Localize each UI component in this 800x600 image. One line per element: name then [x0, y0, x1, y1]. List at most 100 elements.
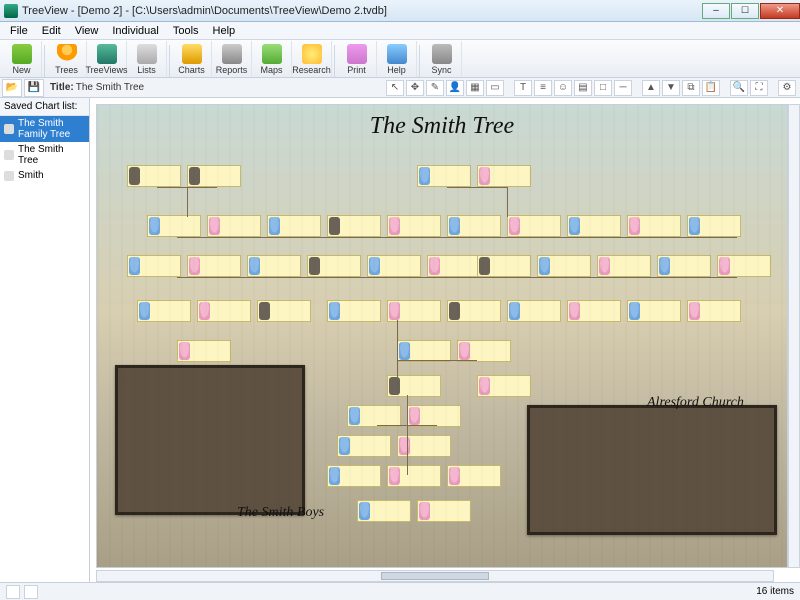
- chart-tool-paste[interactable]: 📋: [702, 80, 720, 96]
- person-card[interactable]: [447, 215, 501, 237]
- person-card[interactable]: [387, 215, 441, 237]
- person-card[interactable]: [307, 255, 361, 277]
- horizontal-scrollbar-thumb[interactable]: [381, 572, 489, 580]
- person-card[interactable]: [567, 215, 621, 237]
- person-card[interactable]: [417, 500, 471, 522]
- person-card[interactable]: [197, 300, 251, 322]
- chart-tool-text[interactable]: ✎: [426, 80, 444, 96]
- person-card[interactable]: [327, 465, 381, 487]
- chart-tool-send-back[interactable]: ▼: [662, 80, 680, 96]
- person-card[interactable]: [407, 405, 461, 427]
- person-card[interactable]: [477, 165, 531, 187]
- tree-title[interactable]: The Smith Tree: [97, 113, 787, 140]
- person-card[interactable]: [347, 405, 401, 427]
- photo-alresford-church[interactable]: [527, 405, 777, 535]
- toolbar-research-button[interactable]: Research: [292, 41, 332, 77]
- toolbar-reports-button[interactable]: Reports: [212, 41, 252, 77]
- person-card[interactable]: [627, 215, 681, 237]
- person-card[interactable]: [447, 300, 501, 322]
- person-card[interactable]: [147, 215, 201, 237]
- person-card[interactable]: [187, 255, 241, 277]
- chart-tool-bring-front[interactable]: ▲: [642, 80, 660, 96]
- person-card[interactable]: [247, 255, 301, 277]
- menu-tools[interactable]: Tools: [167, 24, 205, 38]
- chart-tool-add-person[interactable]: 👤: [446, 80, 464, 96]
- person-card[interactable]: [627, 300, 681, 322]
- chart-tool-align-left[interactable]: ≡: [534, 80, 552, 96]
- person-card[interactable]: [387, 465, 441, 487]
- person-card[interactable]: [717, 255, 771, 277]
- person-card[interactable]: [357, 500, 411, 522]
- chart-tool-bold-t[interactable]: T: [514, 80, 532, 96]
- menu-individual[interactable]: Individual: [106, 24, 164, 38]
- photo-smith-boys[interactable]: [115, 365, 305, 515]
- vertical-scrollbar[interactable]: [788, 104, 800, 568]
- chart-tool-person-icon[interactable]: ☺: [554, 80, 572, 96]
- menu-file[interactable]: File: [4, 24, 34, 38]
- chart-tool-add-photo[interactable]: ▦: [466, 80, 484, 96]
- chart-tool-settings[interactable]: ⚙: [778, 80, 796, 96]
- open-file-button[interactable]: 📂: [2, 79, 22, 97]
- toolbar-trees-button[interactable]: Trees: [47, 41, 87, 77]
- person-card[interactable]: [687, 300, 741, 322]
- person-card[interactable]: [477, 375, 531, 397]
- person-card[interactable]: [177, 340, 231, 362]
- saved-chart-item[interactable]: The Smith Family Tree: [0, 116, 89, 142]
- person-card[interactable]: [127, 165, 181, 187]
- chart-tool-pan[interactable]: ✥: [406, 80, 424, 96]
- window-maximize-button[interactable]: [731, 3, 759, 19]
- toolbar-charts-button[interactable]: Charts: [172, 41, 212, 77]
- chart-viewport[interactable]: The Smith Tree The Smith BoysAlresford C…: [90, 98, 800, 582]
- chart-tool-add-box[interactable]: ▭: [486, 80, 504, 96]
- person-card[interactable]: [127, 255, 181, 277]
- person-card[interactable]: [207, 215, 261, 237]
- toolbar-maps-button[interactable]: Maps: [252, 41, 292, 77]
- menu-help[interactable]: Help: [207, 24, 242, 38]
- toolbar-treeviews-button[interactable]: TreeViews: [87, 41, 127, 77]
- person-card[interactable]: [597, 255, 651, 277]
- person-card[interactable]: [457, 340, 511, 362]
- person-card[interactable]: [397, 435, 451, 457]
- toolbar-help-button[interactable]: Help: [377, 41, 417, 77]
- save-file-button[interactable]: 💾: [24, 79, 44, 97]
- toolbar-new-button[interactable]: New: [2, 41, 42, 77]
- menu-edit[interactable]: Edit: [36, 24, 67, 38]
- chart-tool-zoom[interactable]: 🔍: [730, 80, 748, 96]
- person-card[interactable]: [567, 300, 621, 322]
- status-icon-1[interactable]: [6, 585, 20, 599]
- person-card[interactable]: [257, 300, 311, 322]
- saved-chart-item[interactable]: Smith: [0, 168, 89, 183]
- person-card[interactable]: [337, 435, 391, 457]
- person-card[interactable]: [327, 300, 381, 322]
- person-card[interactable]: [507, 215, 561, 237]
- chart-tool-pointer[interactable]: ↖: [386, 80, 404, 96]
- toolbar-sync-button[interactable]: Sync: [422, 41, 462, 77]
- person-card[interactable]: [137, 300, 191, 322]
- chart-tool-fit[interactable]: ⛶: [750, 80, 768, 96]
- horizontal-scrollbar[interactable]: [96, 570, 774, 582]
- person-card[interactable]: [537, 255, 591, 277]
- window-close-button[interactable]: [760, 3, 800, 19]
- chart-tool-box[interactable]: □: [594, 80, 612, 96]
- chart-tool-line[interactable]: ─: [614, 80, 632, 96]
- person-card[interactable]: [687, 215, 741, 237]
- toolbar-lists-button[interactable]: Lists: [127, 41, 167, 77]
- person-card[interactable]: [427, 255, 481, 277]
- person-card[interactable]: [447, 465, 501, 487]
- chart-canvas[interactable]: The Smith Tree The Smith BoysAlresford C…: [96, 104, 788, 568]
- toolbar-print-button[interactable]: Print: [337, 41, 377, 77]
- person-card[interactable]: [367, 255, 421, 277]
- chart-tool-copy[interactable]: ⧉: [682, 80, 700, 96]
- person-card[interactable]: [417, 165, 471, 187]
- status-icon-2[interactable]: [24, 585, 38, 599]
- person-card[interactable]: [387, 300, 441, 322]
- person-card[interactable]: [327, 215, 381, 237]
- caption[interactable]: Alresford Church: [647, 395, 744, 411]
- person-card[interactable]: [397, 340, 451, 362]
- person-card[interactable]: [387, 375, 441, 397]
- chart-tool-picture[interactable]: ▤: [574, 80, 592, 96]
- person-card[interactable]: [187, 165, 241, 187]
- saved-chart-item[interactable]: The Smith Tree: [0, 142, 89, 168]
- person-card[interactable]: [507, 300, 561, 322]
- window-minimize-button[interactable]: [702, 3, 730, 19]
